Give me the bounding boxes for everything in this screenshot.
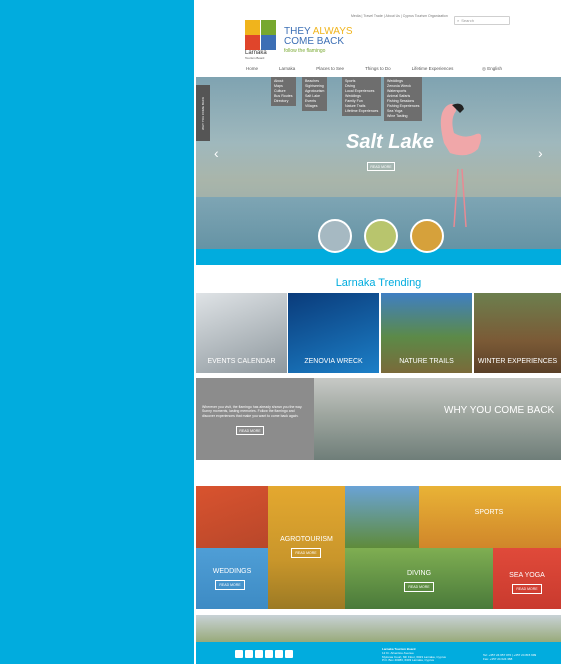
mosaic-weddings[interactable]: WEDDINGS READ MORE	[196, 548, 268, 609]
why-title: WHY YOU COME BACK	[444, 405, 555, 416]
why-come-back-banner: Wherever you visit, the flamingo has alr…	[196, 378, 561, 460]
logo-tile-flamingo	[245, 35, 260, 50]
why-image: WHY YOU COME BACK	[314, 378, 561, 460]
slide-thumb-2[interactable]	[364, 219, 398, 253]
dropdown-things: Sports Diving Local Experiences Weddings…	[342, 77, 382, 116]
nav-things[interactable]: Things to Do	[365, 66, 391, 71]
logo-tile-leaf	[261, 20, 276, 35]
footer-address: Larnaka Tourism Board 12 Kr. Afxentiou A…	[382, 647, 446, 663]
nav-larnaka[interactable]: Larnaka	[279, 66, 295, 71]
page: Media | Travel Trade | About Us | Cyprus…	[196, 0, 561, 664]
tile-label: ZENOVIA WRECK	[304, 358, 363, 365]
search-input[interactable]: ⌕ Search	[454, 16, 510, 25]
footer-landscape	[196, 615, 561, 642]
nav-places[interactable]: Places to See	[316, 66, 344, 71]
language-label: English	[487, 66, 502, 71]
nav-home[interactable]: Home	[246, 66, 258, 71]
dd-item[interactable]: Lifetime Experiences	[345, 109, 378, 114]
language-selector[interactable]: ◎ English	[482, 66, 502, 72]
search-placeholder: Search	[461, 18, 474, 23]
logo-subtitle: Tourism Board	[245, 56, 265, 60]
twitter-icon[interactable]	[245, 650, 253, 658]
mosaic-read-more-button[interactable]: READ MORE	[404, 582, 434, 592]
mosaic-read-more-button[interactable]: READ MORE	[512, 584, 542, 594]
dd-item[interactable]: Wine Tasting	[387, 114, 419, 119]
tile-zenovia-wreck[interactable]: ZENOVIA WRECK	[288, 293, 379, 373]
side-tab[interactable]: WHY YOU COME BACK	[196, 85, 210, 141]
hero-read-more-button[interactable]: READ MORE	[367, 162, 395, 171]
dropdown-larnaka: About Maps Culture Bus Routes Directory	[271, 77, 296, 106]
dd-item[interactable]: Villages	[305, 104, 324, 109]
mosaic-label: WEDDINGS	[212, 568, 252, 575]
logo-tile-sun	[245, 20, 260, 35]
tile-label: WINTER EXPERIENCES	[477, 358, 558, 365]
tile-label: EVENTS CALENDAR	[207, 358, 276, 365]
mosaic-church[interactable]	[196, 486, 268, 548]
youtube-icon[interactable]	[255, 650, 263, 658]
instagram-icon[interactable]	[285, 650, 293, 658]
hero-title: Salt Lake	[346, 131, 434, 153]
dropdown-lifetime: Weddings Zenovia Wreck Watersports Anima…	[384, 77, 423, 121]
dd-item[interactable]: Directory	[274, 99, 293, 104]
why-text-panel: Wherever you visit, the flamingo has alr…	[196, 378, 314, 460]
mosaic-label: AGROTOURISM	[280, 536, 333, 543]
mosaic-diving[interactable]: DIVING READ MORE	[345, 548, 493, 609]
slide-thumb-3[interactable]	[410, 219, 444, 253]
vk-icon[interactable]	[275, 650, 283, 658]
tile-nature-trails[interactable]: NATURE TRAILS	[381, 293, 472, 373]
mosaic-read-more-button[interactable]: READ MORE	[291, 548, 321, 558]
why-read-more-button[interactable]: READ MORE	[236, 426, 264, 435]
mosaic-label: DIVING	[406, 570, 432, 577]
tile-label: NATURE TRAILS	[399, 358, 454, 365]
footer-fax: Fax: +357 24 624 388	[483, 656, 513, 661]
tile-events-calendar[interactable]: EVENTS CALENDAR	[196, 293, 287, 373]
main-nav: Home Larnaka Places to See Things to Do …	[246, 66, 474, 71]
next-arrow-icon[interactable]: ›	[538, 145, 543, 161]
tagline-line2: COME BACK	[284, 36, 345, 47]
search-icon: ⌕	[457, 18, 460, 23]
mosaic-sea-yoga[interactable]: SEA YOGA READ MORE	[493, 548, 561, 609]
dropdown-places: Beaches Sightseeing Agrotourism Salt Lak…	[302, 77, 328, 111]
mosaic-agrotourism[interactable]: AGROTOURISM READ MORE	[268, 486, 345, 609]
mosaic-read-more-button[interactable]: READ MORE	[215, 580, 245, 590]
flickr-icon[interactable]	[265, 650, 273, 658]
footer-contact: Tel: +357 24 657 070 | +357 24 815 999 F…	[483, 653, 536, 662]
mosaic-sports[interactable]: SPORTS	[419, 486, 561, 548]
prev-arrow-icon[interactable]: ‹	[214, 145, 219, 161]
facebook-icon[interactable]	[235, 650, 243, 658]
why-text: Wherever you visit, the flamingo has alr…	[202, 405, 303, 418]
mosaic-label: SEA YOGA	[509, 572, 545, 579]
mosaic-donkey[interactable]	[345, 486, 419, 548]
trending-title: Larnaka Trending	[335, 277, 422, 289]
nav-lifetime[interactable]: Lifetime Experiences	[412, 66, 454, 71]
logo-tile-sea	[261, 35, 276, 50]
logo[interactable]: Larnaka Tourism Board	[245, 20, 277, 60]
mosaic-label: SPORTS	[474, 509, 504, 516]
left-blue-panel	[0, 0, 194, 664]
tagline-sub: follow the flamingo	[284, 48, 326, 54]
tile-winter-experiences[interactable]: WINTER EXPERIENCES	[474, 293, 561, 373]
footer-line3: P.O. Box 40383, 6303 Larnaka, Cyprus	[382, 658, 434, 663]
top-links[interactable]: Media | Travel Trade | About Us | Cyprus…	[351, 14, 448, 18]
slide-thumb-1[interactable]	[318, 219, 352, 253]
social-icons	[235, 650, 293, 658]
